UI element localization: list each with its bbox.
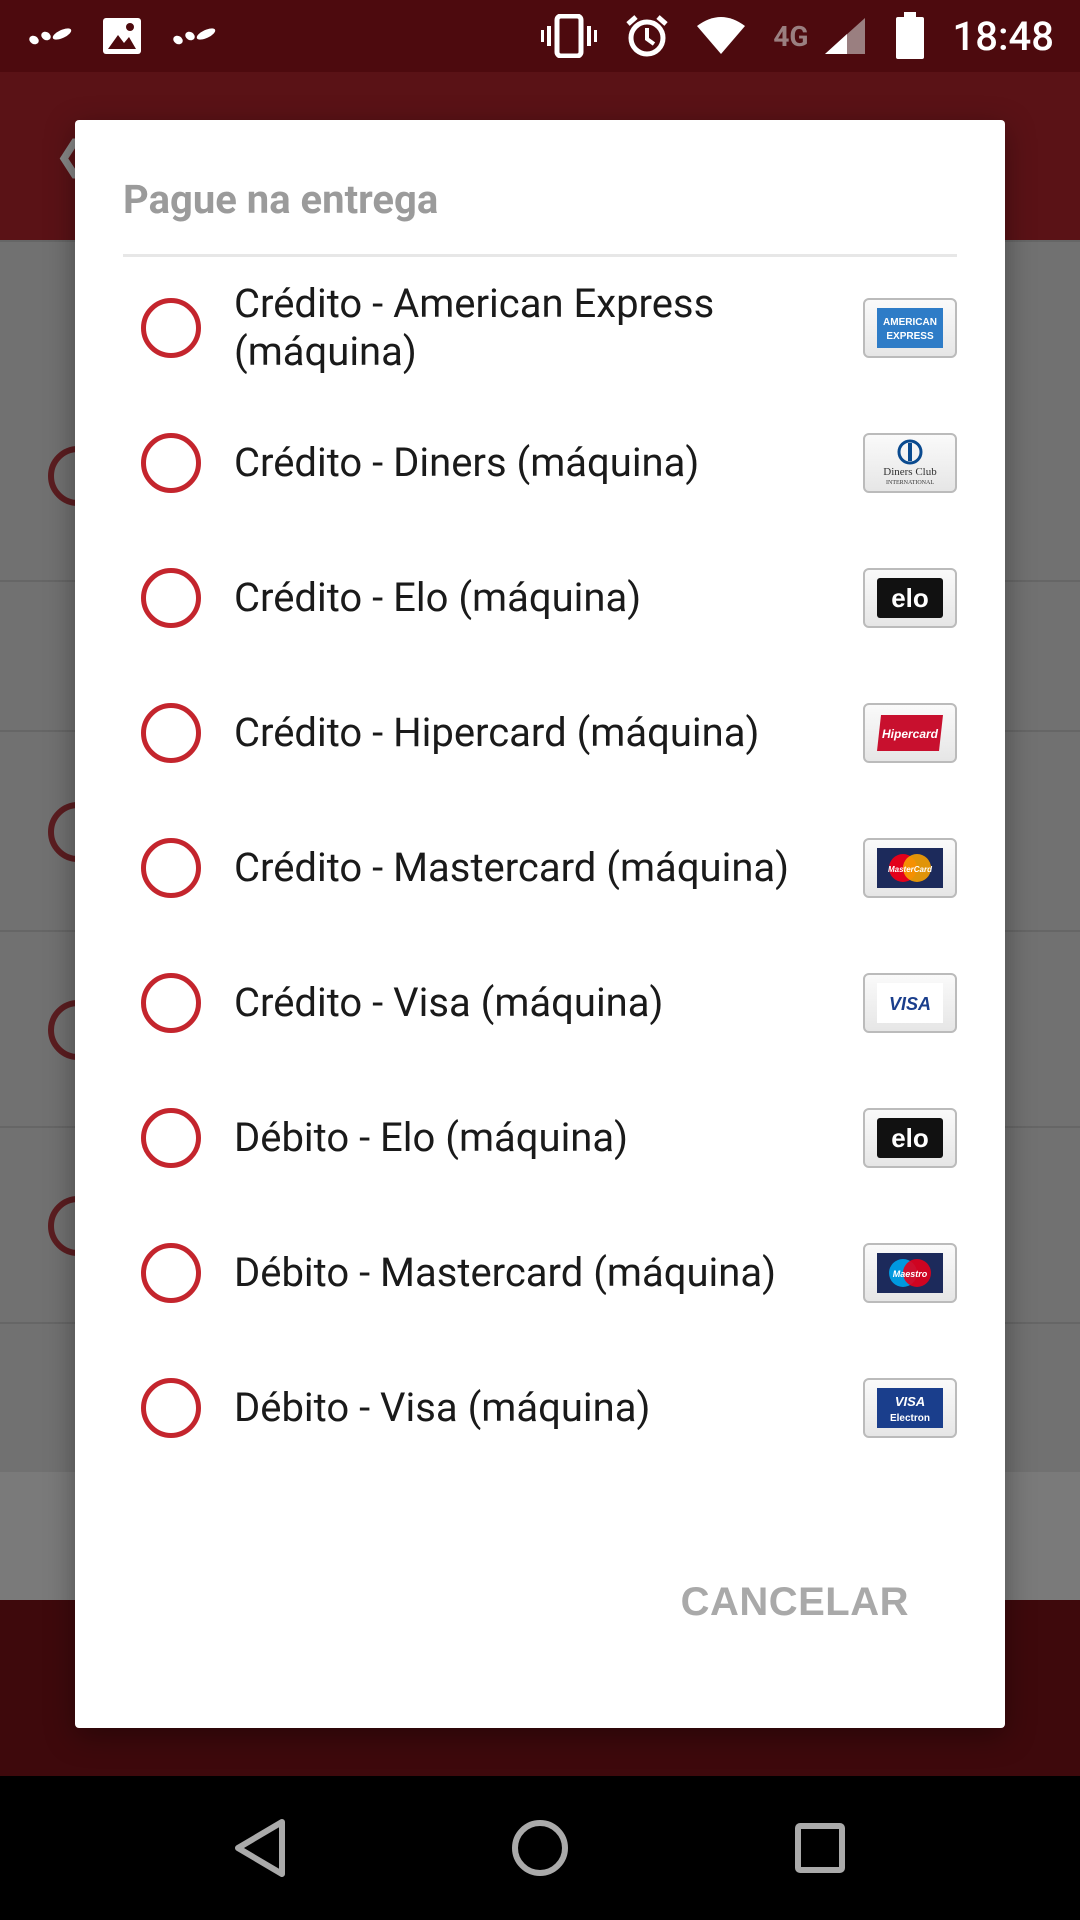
amex-logo-icon: AMERICAN EXPRESS [863, 297, 957, 358]
radio-button[interactable] [141, 702, 201, 763]
payment-option-amex-credit[interactable]: Crédito - American Express (máquina) AME… [75, 260, 1005, 395]
payment-option-mastercard-debit[interactable]: Débito - Mastercard (máquina) Maestro [75, 1205, 1005, 1340]
maestro-logo-icon: Maestro [863, 1242, 957, 1303]
payment-option-hipercard-credit[interactable]: Crédito - Hipercard (máquina) Hipercard [75, 665, 1005, 800]
option-label: Crédito - Diners (máquina) [234, 438, 700, 486]
option-label: Crédito - Elo (máquina) [234, 573, 642, 621]
radio-button[interactable] [141, 1107, 201, 1168]
svg-text:EXPRESS: EXPRESS [886, 331, 934, 342]
recents-nav-icon[interactable] [760, 1788, 880, 1908]
option-label: Crédito - American Express (máquina) [234, 279, 715, 375]
svg-text:Maestro: Maestro [893, 1269, 928, 1279]
status-right-icons: 4G 18:48 [541, 12, 1054, 60]
svg-text:AMERICAN: AMERICAN [883, 317, 937, 328]
svg-text:Electron: Electron [890, 1413, 930, 1424]
svg-text:INTERNATIONAL: INTERNATIONAL [886, 480, 934, 486]
dialog-title: Pague na entrega [123, 176, 439, 223]
mastercard-logo-icon: MasterCard [863, 837, 957, 898]
svg-text:Hipercard: Hipercard [882, 727, 939, 741]
option-label: Débito - Elo (máquina) [234, 1113, 629, 1161]
home-nav-icon[interactable] [480, 1788, 600, 1908]
radio-button[interactable] [141, 432, 201, 493]
svg-text:elo: elo [891, 1123, 929, 1153]
radio-button[interactable] [141, 297, 201, 358]
app-notification-icon [26, 22, 74, 50]
option-label: Crédito - Mastercard (máquina) [234, 843, 790, 891]
clock: 18:48 [952, 12, 1054, 60]
vibrate-icon [541, 14, 598, 58]
elo-logo-icon: elo [863, 1107, 957, 1168]
network-type-label: 4G [773, 19, 809, 53]
diners-logo-icon: Diners Club INTERNATIONAL [863, 432, 957, 493]
hipercard-logo-icon: Hipercard [863, 702, 957, 763]
option-label: Débito - Visa (máquina) [234, 1383, 651, 1431]
radio-button[interactable] [141, 1242, 201, 1303]
payment-option-mastercard-credit[interactable]: Crédito - Mastercard (máquina) MasterCar… [75, 800, 1005, 935]
radio-button[interactable] [141, 972, 201, 1033]
option-label: Crédito - Hipercard (máquina) [234, 708, 760, 756]
wifi-icon [697, 16, 746, 56]
cancel-button[interactable]: CANCELAR [681, 1580, 909, 1625]
svg-text:Diners Club: Diners Club [883, 466, 937, 478]
radio-button[interactable] [141, 1377, 201, 1438]
visa-logo-icon: VISA [863, 972, 957, 1033]
payment-dialog: Pague na entrega Crédito - American Expr… [75, 120, 1005, 1728]
payment-option-visa-debit[interactable]: Débito - Visa (máquina) VISA Electron [75, 1340, 1005, 1475]
payment-option-elo-debit[interactable]: Débito - Elo (máquina) elo [75, 1070, 1005, 1205]
payment-option-elo-credit[interactable]: Crédito - Elo (máquina) elo [75, 530, 1005, 665]
alarm-icon [625, 14, 669, 58]
svg-text:elo: elo [891, 583, 929, 613]
option-label: Débito - Mastercard (máquina) [234, 1248, 777, 1296]
navigation-bar [0, 1776, 1080, 1920]
payment-option-diners-credit[interactable]: Crédito - Diners (máquina) Diners Club IN… [75, 395, 1005, 530]
battery-icon [895, 12, 925, 60]
visa-electron-logo-icon: VISA Electron [863, 1377, 957, 1438]
back-nav-icon[interactable] [200, 1788, 320, 1908]
app-notification-icon [170, 22, 218, 50]
radio-button[interactable] [141, 567, 201, 628]
divider [123, 254, 957, 257]
elo-logo-icon: elo [863, 567, 957, 628]
status-left-icons [26, 17, 218, 55]
svg-text:MasterCard: MasterCard [888, 865, 933, 874]
status-bar: 4G 18:48 [0, 0, 1080, 72]
option-label: Crédito - Visa (máquina) [234, 978, 664, 1026]
radio-button[interactable] [141, 837, 201, 898]
image-notification-icon [102, 17, 142, 55]
svg-text:VISA: VISA [889, 994, 931, 1014]
payment-option-visa-credit[interactable]: Crédito - Visa (máquina) VISA [75, 935, 1005, 1070]
svg-text:VISA: VISA [895, 1394, 925, 1409]
signal-icon [823, 16, 867, 56]
